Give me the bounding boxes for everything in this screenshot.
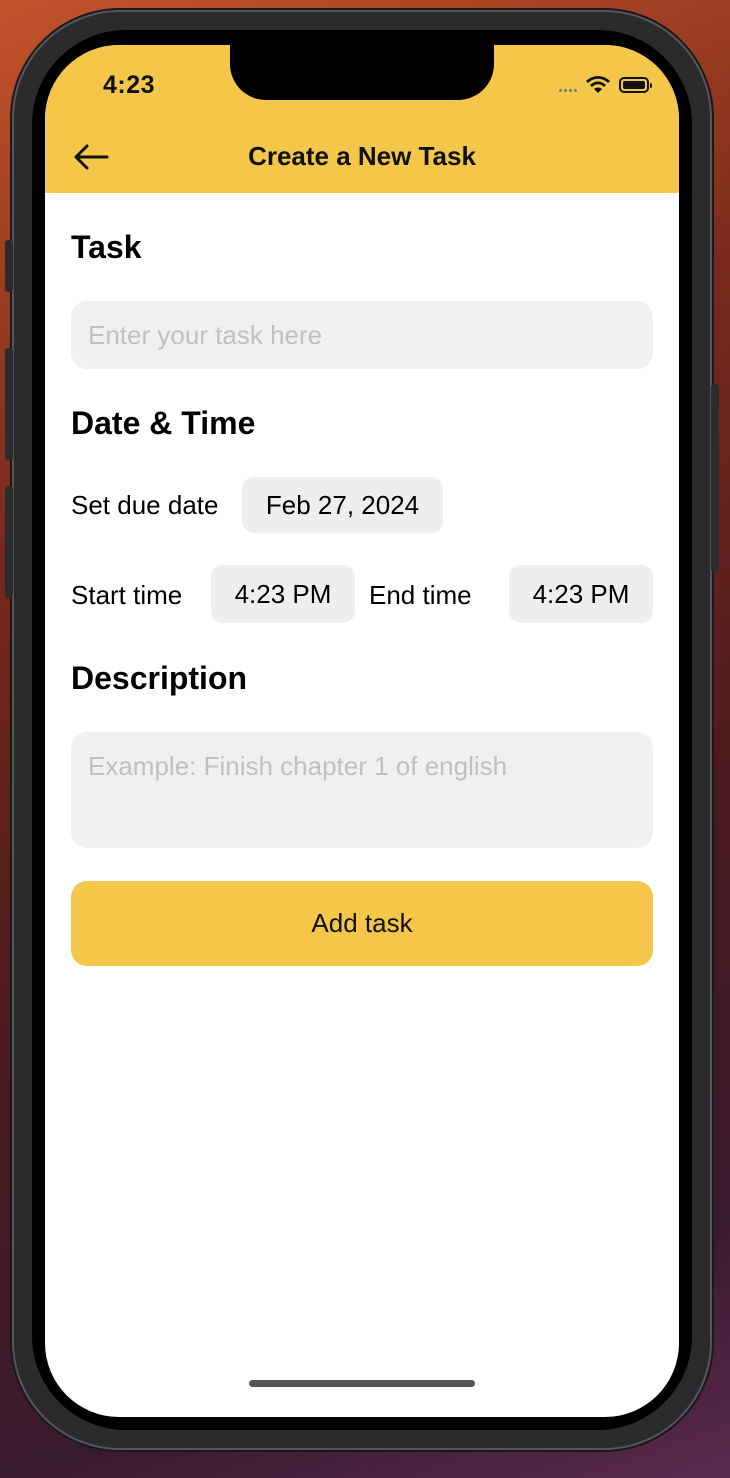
- device-power-button: [711, 384, 719, 572]
- task-section-title: Task: [71, 229, 142, 265]
- status-icons: [559, 75, 652, 95]
- start-time-value: 4:23 PM: [234, 578, 332, 609]
- end-time-value: 4:23 PM: [532, 578, 630, 609]
- status-time: 4:23: [103, 71, 156, 99]
- description-input[interactable]: Example: Finish chapter 1 of english: [71, 732, 653, 848]
- task-input[interactable]: Enter your task here: [71, 301, 653, 369]
- due-date-value: Feb 27, 2024: [265, 489, 420, 520]
- device-notch: [230, 45, 494, 100]
- header-bar: 4:23 Create a New Task: [45, 45, 679, 193]
- app-screen: 4:23 Create a New Task Task Enter your t…: [45, 45, 679, 1417]
- due-date-label: Set due date: [71, 490, 219, 520]
- page-title: Create a New Task: [248, 141, 476, 171]
- battery-icon: [619, 77, 652, 93]
- end-time-label: End time: [369, 580, 472, 610]
- start-time-picker[interactable]: 4:23 PM: [211, 565, 355, 623]
- home-indicator[interactable]: [249, 1380, 475, 1387]
- task-input-placeholder: Enter your task here: [88, 320, 323, 350]
- due-date-picker[interactable]: Feb 27, 2024: [242, 477, 443, 533]
- signal-dots-icon: [559, 88, 577, 92]
- description-input-placeholder: Example: Finish chapter 1 of english: [88, 751, 508, 781]
- end-time-picker[interactable]: 4:23 PM: [509, 565, 653, 623]
- datetime-section-title: Date & Time: [71, 405, 256, 441]
- description-section-title: Description: [71, 660, 248, 696]
- add-task-button[interactable]: Add task: [71, 881, 653, 966]
- wifi-icon: [586, 76, 610, 93]
- start-time-label: Start time: [71, 580, 183, 610]
- add-task-button-label: Add task: [311, 908, 413, 938]
